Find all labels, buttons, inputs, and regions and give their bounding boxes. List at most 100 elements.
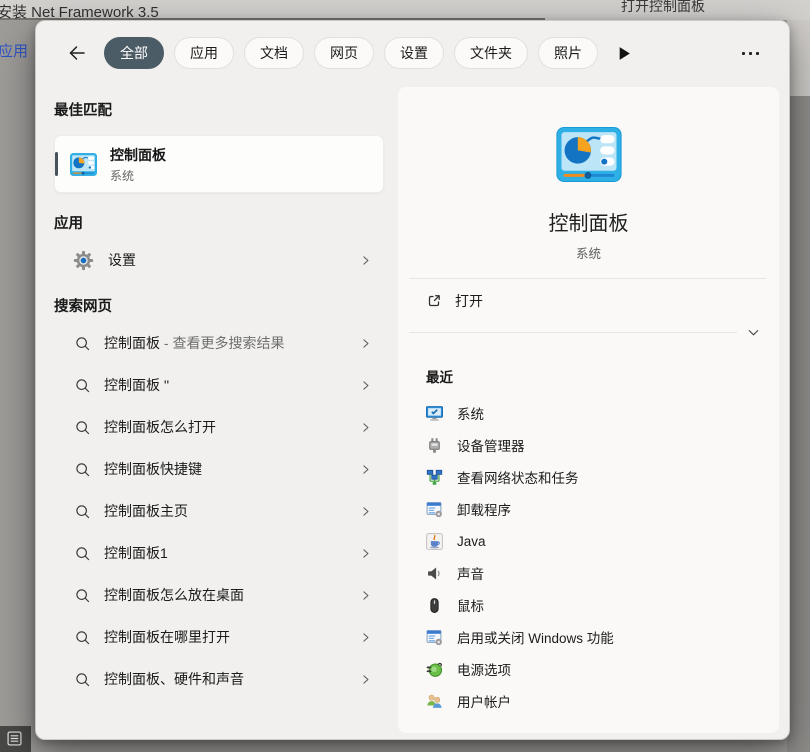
java-icon xyxy=(426,533,443,550)
chevron-down-icon[interactable] xyxy=(746,325,761,340)
recent-item[interactable]: 电源选项 xyxy=(398,653,779,685)
recent-item-label: 鼠标 xyxy=(457,595,484,615)
sound-icon xyxy=(426,565,443,582)
search-icon xyxy=(74,629,91,646)
chevron-right-icon xyxy=(359,337,372,350)
search-icon xyxy=(74,335,91,352)
filter-tab[interactable]: 设置 xyxy=(384,37,444,69)
web-search-header: 搜索网页 xyxy=(54,295,384,316)
recent-item[interactable]: 卸载程序 xyxy=(398,493,779,525)
filter-tab[interactable]: 应用 xyxy=(174,37,234,69)
background-top-right-text: 打开控制面板 xyxy=(621,0,705,16)
filter-tab-label: 应用 xyxy=(190,45,218,61)
filter-tab[interactable]: 文件夹 xyxy=(454,37,528,69)
filter-tab-label: 设置 xyxy=(400,45,428,61)
search-icon xyxy=(74,461,91,478)
background-right-strip-top xyxy=(787,20,810,96)
filter-tab-label: 全部 xyxy=(120,45,148,61)
preview-pane: 控制面板 系统 打开 最近 系统 设备管理器 xyxy=(398,87,779,733)
chevron-right-icon xyxy=(359,505,372,518)
user-accounts-icon xyxy=(426,693,443,710)
settings-gear-icon xyxy=(73,250,94,271)
search-icon xyxy=(74,377,91,394)
filter-tab[interactable]: 网页 xyxy=(314,37,374,69)
recent-item[interactable]: 鼠标 xyxy=(398,589,779,621)
power-options-icon xyxy=(426,661,443,678)
filter-tab[interactable]: 全部 xyxy=(104,37,164,69)
preview-title: 控制面板 xyxy=(398,207,779,236)
app-results: 设置 xyxy=(54,243,384,277)
filter-tab[interactable]: 文档 xyxy=(244,37,304,69)
recent-item[interactable]: 系统 xyxy=(398,397,779,429)
recent-item[interactable]: 启用或关闭 Windows 功能 xyxy=(398,621,779,653)
list-lines-icon xyxy=(7,731,22,746)
web-search-item[interactable]: 控制面板主页 xyxy=(54,490,384,532)
web-search-item[interactable]: 控制面板快捷键 xyxy=(54,448,384,490)
ellipsis-icon xyxy=(742,52,745,55)
web-search-results: 控制面板 - 查看更多搜索结果 控制面板 '' 控制面板怎么打开 控制面板快捷键 xyxy=(54,322,384,700)
web-search-item[interactable]: 控制面板 '' xyxy=(54,364,384,406)
background-app-link: 应用 xyxy=(0,40,28,61)
recent-item-label: 设备管理器 xyxy=(457,435,525,455)
recent-item-label: 系统 xyxy=(457,403,484,423)
uninstall-program-icon xyxy=(426,501,443,518)
open-action[interactable]: 打开 xyxy=(398,279,779,323)
chevron-right-icon xyxy=(359,463,372,476)
filter-tab-label: 文档 xyxy=(260,45,288,61)
web-search-item[interactable]: 控制面板 - 查看更多搜索结果 xyxy=(54,322,384,364)
options-button[interactable] xyxy=(738,46,763,61)
more-tabs-button[interactable] xyxy=(618,46,631,61)
web-search-item[interactable]: 控制面板1 xyxy=(54,532,384,574)
web-search-text: 控制面板快捷键 xyxy=(104,459,202,479)
recent-item[interactable]: Java xyxy=(398,525,779,557)
web-search-item[interactable]: 控制面板怎么放在桌面 xyxy=(54,574,384,616)
windows-features-icon xyxy=(426,629,443,646)
chevron-right-icon xyxy=(359,673,372,686)
background-right-strip xyxy=(787,96,810,752)
recent-item-label: 用户帐户 xyxy=(457,691,511,711)
best-match-title: 控制面板 xyxy=(110,145,166,165)
screen: 安装 Net Framework 3.5 打开控制面板 应用 全部应用文档网页设… xyxy=(0,0,810,752)
recent-item-label: 启用或关闭 Windows 功能 xyxy=(457,627,614,647)
web-search-text: 控制面板、硬件和声音 xyxy=(104,669,244,689)
apps-header: 应用 xyxy=(54,212,384,233)
background-top-left-text: 安装 Net Framework 3.5 xyxy=(0,1,159,22)
divider xyxy=(409,332,737,333)
best-match-header: 最佳匹配 xyxy=(54,99,384,120)
device-manager-icon xyxy=(426,437,443,454)
filter-tab-bar: 全部 应用 文档 网页 设置 文件夹 照片 xyxy=(36,21,789,85)
web-search-item[interactable]: 控制面板在哪里打开 xyxy=(54,616,384,658)
web-search-text: 控制面板 - 查看更多搜索结果 xyxy=(104,333,284,353)
recent-item-label: 卸载程序 xyxy=(457,499,511,519)
results-column: 最佳匹配 控制面板 系统 应用 设置 搜索网页 xyxy=(36,85,398,739)
web-search-text: 控制面板1 xyxy=(104,543,168,563)
filter-tabs: 全部 应用 文档 网页 设置 文件夹 照片 xyxy=(104,37,608,69)
recent-item-label: Java xyxy=(457,534,486,549)
chevron-right-icon xyxy=(359,254,372,267)
recent-item[interactable]: 设备管理器 xyxy=(398,429,779,461)
search-icon xyxy=(74,671,91,688)
best-match-item[interactable]: 控制面板 系统 xyxy=(54,135,384,193)
filter-tab-label: 照片 xyxy=(554,45,582,61)
back-button[interactable] xyxy=(64,40,90,66)
search-icon xyxy=(74,587,91,604)
chevron-right-icon xyxy=(359,631,372,644)
recent-item[interactable]: 声音 xyxy=(398,557,779,589)
chevron-right-icon xyxy=(359,589,372,602)
recent-item-label: 电源选项 xyxy=(457,659,511,679)
recent-item[interactable]: 查看网络状态和任务 xyxy=(398,461,779,493)
web-search-text: 控制面板怎么放在桌面 xyxy=(104,585,244,605)
chevron-right-icon xyxy=(359,421,372,434)
control-panel-icon xyxy=(70,153,97,176)
recent-header: 最近 xyxy=(398,366,779,386)
open-label: 打开 xyxy=(455,291,483,311)
open-external-icon xyxy=(426,293,442,309)
app-result-item[interactable]: 设置 xyxy=(54,243,384,277)
web-search-text: 控制面板 '' xyxy=(104,375,169,395)
filter-tab[interactable]: 照片 xyxy=(538,37,598,69)
chevron-right-icon xyxy=(359,547,372,560)
recent-item[interactable]: 用户帐户 xyxy=(398,685,779,717)
web-search-item[interactable]: 控制面板、硬件和声音 xyxy=(54,658,384,700)
web-search-item[interactable]: 控制面板怎么打开 xyxy=(54,406,384,448)
best-match-subtitle: 系统 xyxy=(110,167,166,184)
